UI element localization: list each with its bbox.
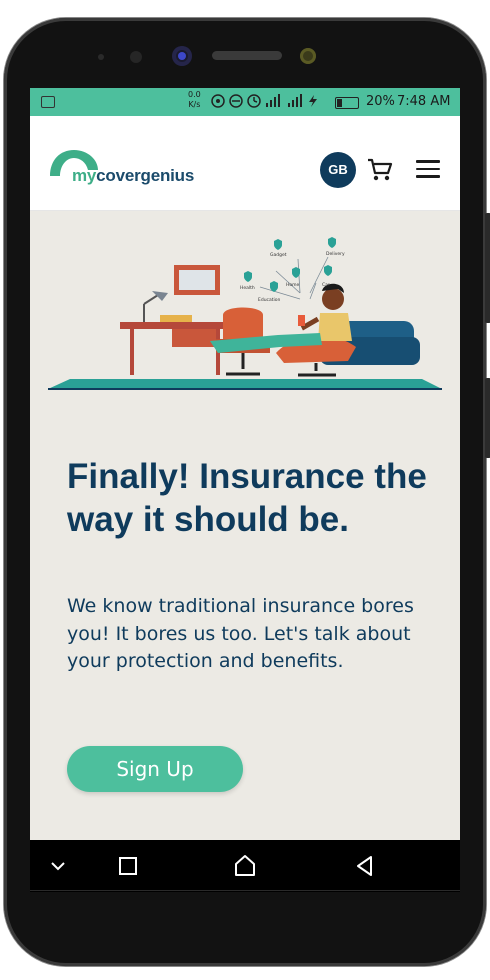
cart-icon[interactable] xyxy=(366,156,394,184)
illustration-label: Health xyxy=(240,285,255,291)
front-camera xyxy=(172,46,192,66)
sign-up-button[interactable]: Sign Up xyxy=(67,746,243,792)
logo-prefix: my xyxy=(72,166,97,185)
chevron-down-icon[interactable] xyxy=(44,852,72,880)
recents-icon[interactable] xyxy=(114,852,142,880)
site-header: mycovergenius GB xyxy=(30,116,460,211)
screen: 0.0 K/s 20% 7:48 AM mycovergenius GB Gad… xyxy=(30,88,460,892)
hero-subtext: We know traditional insurance bores you!… xyxy=(67,595,414,672)
hero-section: Gadget Delivery Health Home Car Educatio… xyxy=(30,211,460,892)
menu-icon[interactable] xyxy=(416,160,440,180)
logo-wordmark: mycovergenius xyxy=(72,166,194,186)
illustration-label: Car xyxy=(322,282,330,288)
illustration-label: Home xyxy=(286,282,300,288)
status-icons xyxy=(210,93,328,113)
brand-logo[interactable]: mycovergenius xyxy=(48,148,228,188)
illustration-label: Gadget xyxy=(270,252,287,258)
network-speed-unit: K/s xyxy=(188,100,201,109)
clock: 7:48 AM xyxy=(397,94,451,109)
phone-sensor xyxy=(300,48,316,64)
android-nav-bar xyxy=(30,840,460,892)
network-speed: 0.0 K/s xyxy=(188,90,201,110)
back-icon[interactable] xyxy=(351,852,379,880)
phone-sensor xyxy=(98,54,104,60)
logo-name: covergenius xyxy=(96,166,195,185)
hero-illustration: Gadget Delivery Health Home Car Educatio… xyxy=(48,237,442,390)
phone-side-button xyxy=(485,213,490,323)
avatar[interactable]: GB xyxy=(320,152,356,188)
signal-icon xyxy=(211,94,317,108)
earpiece xyxy=(212,51,282,60)
home-icon[interactable] xyxy=(231,852,259,880)
battery-percent: 20% xyxy=(366,94,395,109)
battery-icon xyxy=(335,97,359,109)
phone-divider xyxy=(30,890,460,891)
phone-side-button xyxy=(485,378,490,458)
hero-headline: Finally! Insurance the way it should be. xyxy=(67,457,427,539)
illustration-label: Delivery xyxy=(326,251,345,257)
phone-sensor xyxy=(130,51,142,63)
illustration-label: Education xyxy=(258,297,281,303)
image-notification-icon xyxy=(41,96,55,108)
network-speed-value: 0.0 xyxy=(188,90,201,99)
status-bar: 0.0 K/s 20% 7:48 AM xyxy=(30,88,460,116)
